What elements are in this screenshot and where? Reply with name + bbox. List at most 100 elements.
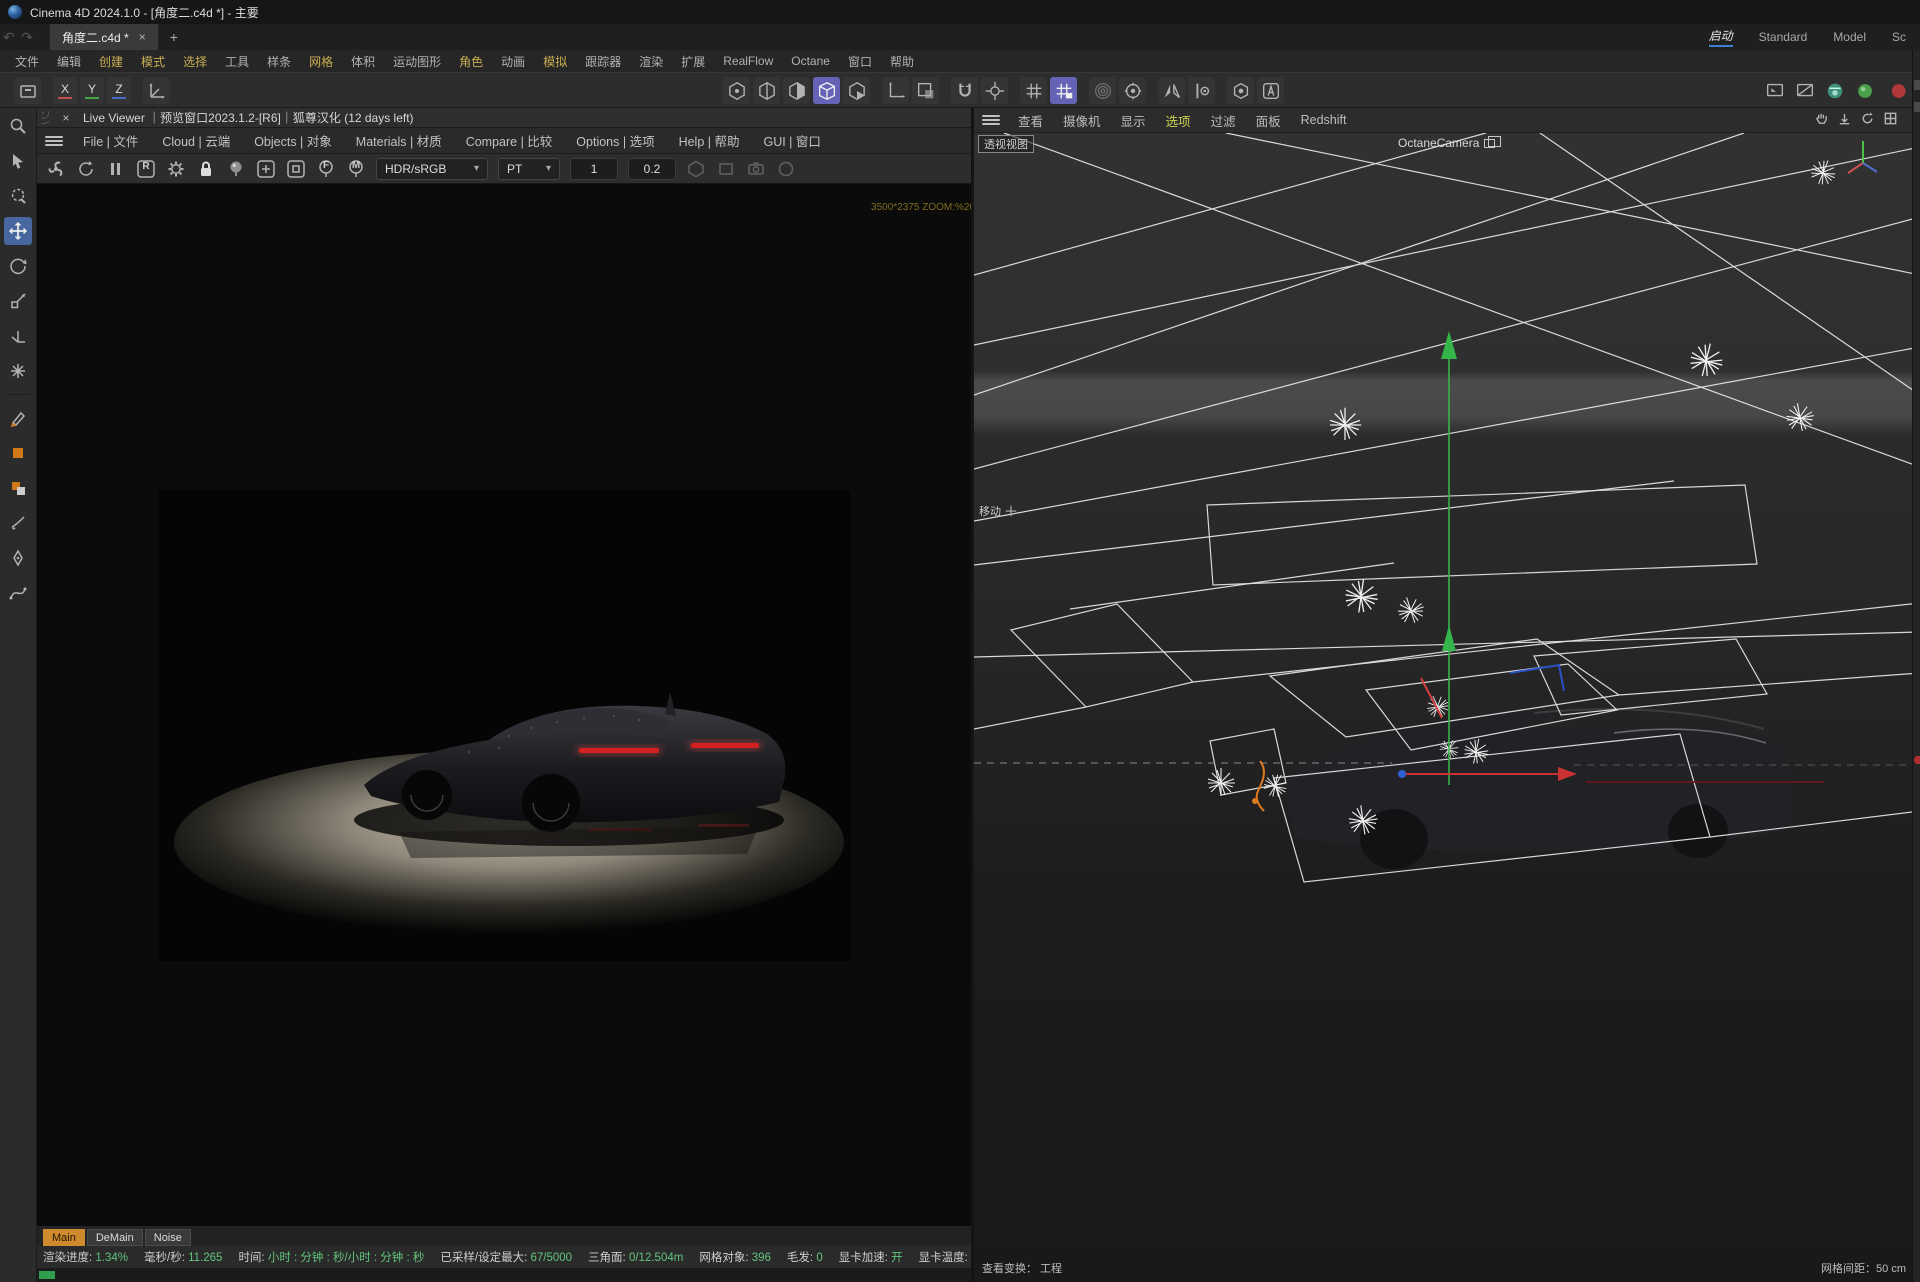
layout-item[interactable]: Model: [1833, 30, 1866, 44]
menu-item[interactable]: 编辑: [48, 53, 90, 70]
region-render-icon[interactable]: R: [133, 156, 159, 182]
menu-item[interactable]: Octane: [782, 54, 839, 68]
live-viewer-menu-item[interactable]: Objects | 对象: [242, 131, 344, 150]
menu-item[interactable]: 选择: [174, 53, 216, 70]
hamburger-icon[interactable]: [982, 115, 1000, 125]
tweak-settings-icon[interactable]: [1188, 77, 1215, 104]
close-panel-icon[interactable]: ×: [59, 111, 73, 125]
color-swatch-icon[interactable]: [4, 439, 32, 467]
menu-item[interactable]: 网格: [300, 53, 342, 70]
menu-item[interactable]: 窗口: [839, 53, 881, 70]
new-tab-button[interactable]: +: [170, 29, 178, 45]
menu-item[interactable]: 模式: [132, 53, 174, 70]
live-viewer-menu-item[interactable]: GUI | 窗口: [751, 131, 832, 150]
workplane-icon[interactable]: [882, 77, 909, 104]
menu-item[interactable]: 跟踪器: [576, 53, 630, 70]
minimize-view-icon[interactable]: [1837, 111, 1852, 129]
live-selection-icon[interactable]: [4, 182, 32, 210]
edge-mode-icon[interactable]: [753, 77, 780, 104]
refresh-render-icon[interactable]: [73, 156, 99, 182]
x-axis-lock-button[interactable]: X: [53, 77, 77, 104]
hamburger-icon[interactable]: [45, 136, 63, 146]
live-viewer-menu-item[interactable]: Help | 帮助: [667, 131, 752, 150]
live-viewer-menu-item[interactable]: Cloud | 云端: [150, 131, 242, 150]
alert-icon[interactable]: [1881, 77, 1908, 104]
viewport-menu-item[interactable]: 查看: [1008, 111, 1053, 130]
layout-item[interactable]: Sc: [1892, 30, 1906, 44]
plane-lock-icon[interactable]: [713, 156, 739, 182]
render-picture-viewer-icon[interactable]: [1791, 77, 1818, 104]
sphere-preview-icon[interactable]: [773, 156, 799, 182]
menu-item[interactable]: 扩展: [672, 53, 714, 70]
render-canvas[interactable]: 3500*2375 ZOOM:%20: [37, 184, 971, 1226]
model-mode-icon[interactable]: [813, 77, 840, 104]
camera-label[interactable]: OctaneCamera: [1398, 136, 1495, 150]
magnet-snap-icon[interactable]: [951, 77, 978, 104]
axis-center-icon[interactable]: [981, 77, 1008, 104]
live-viewer-menu-item[interactable]: Materials | 材质: [344, 131, 454, 150]
viewer-settings-gear-icon[interactable]: [163, 156, 189, 182]
rotate-tool-icon[interactable]: [4, 252, 32, 280]
menu-item[interactable]: 工具: [216, 53, 258, 70]
menu-item[interactable]: 角色: [450, 53, 492, 70]
polygon-mode-icon[interactable]: [783, 77, 810, 104]
menu-item[interactable]: 文件: [6, 53, 48, 70]
live-viewer-menu-item[interactable]: File | 文件: [71, 131, 150, 150]
colorspace-select[interactable]: HDR/sRGB ▾: [376, 158, 488, 180]
viewport-menu-item[interactable]: 选项: [1156, 111, 1201, 130]
menu-item[interactable]: RealFlow: [714, 54, 782, 68]
swatch-pair-icon[interactable]: [4, 474, 32, 502]
menu-item[interactable]: 帮助: [881, 53, 923, 70]
viewport-menu-item[interactable]: 过滤: [1201, 111, 1246, 130]
points-mode-icon[interactable]: [723, 77, 750, 104]
region-ratio-field[interactable]: 0.2: [628, 158, 676, 180]
snap-star-icon[interactable]: [4, 357, 32, 385]
scale-tool-icon[interactable]: [4, 287, 32, 315]
layout-item[interactable]: Standard: [1759, 30, 1808, 44]
render-settings-icon[interactable]: [1821, 77, 1848, 104]
pen-nib-icon[interactable]: [4, 544, 32, 572]
refresh-view-icon[interactable]: [1860, 111, 1875, 129]
panel-grip[interactable]: [41, 111, 49, 125]
texture-mode-icon[interactable]: [843, 77, 870, 104]
live-viewer-menu-item[interactable]: Options | 选项: [564, 131, 666, 150]
clay-mode-icon[interactable]: [283, 156, 309, 182]
octane-live-icon[interactable]: [1851, 77, 1878, 104]
material-pin-icon[interactable]: M: [343, 156, 369, 182]
viewport-canvas[interactable]: 透视视图 OctaneCamera 移动 查看变换： 工程 网格间距：50 cm: [974, 133, 1920, 1282]
isolate-object-icon[interactable]: [1227, 77, 1254, 104]
close-tab-icon[interactable]: ×: [139, 30, 146, 44]
objects-export-icon[interactable]: [683, 156, 709, 182]
zoom-tool-icon[interactable]: [4, 112, 32, 140]
render-view-icon[interactable]: [1761, 77, 1788, 104]
live-viewer-menu-item[interactable]: Compare | 比较: [454, 131, 565, 150]
focus-picker-icon[interactable]: [223, 156, 249, 182]
layout-item[interactable]: 启动: [1709, 27, 1733, 47]
menu-item[interactable]: 运动图形: [384, 53, 450, 70]
menu-item[interactable]: 样条: [258, 53, 300, 70]
knife-tool-icon[interactable]: [4, 509, 32, 537]
pan-hand-icon[interactable]: [1814, 111, 1829, 129]
render-pass-tab[interactable]: DeMain: [87, 1229, 143, 1246]
falloff-icon[interactable]: [1089, 77, 1116, 104]
restart-render-icon[interactable]: [43, 156, 69, 182]
move-tool-icon[interactable]: [4, 217, 32, 245]
y-axis-lock-button[interactable]: Y: [80, 77, 104, 104]
subsample-field[interactable]: 1: [570, 158, 618, 180]
viewport-menu-item[interactable]: 面板: [1246, 111, 1291, 130]
menu-item[interactable]: 渲染: [630, 53, 672, 70]
axis-handle-icon[interactable]: [4, 322, 32, 350]
lock-resolution-icon[interactable]: [193, 156, 219, 182]
viewport-menu-item[interactable]: 显示: [1111, 111, 1156, 130]
add-region-icon[interactable]: [253, 156, 279, 182]
mirror-tool-icon[interactable]: [1158, 77, 1185, 104]
quantize-grid-icon[interactable]: [1050, 77, 1077, 104]
modeling-settings-icon[interactable]: [1119, 77, 1146, 104]
document-tab[interactable]: 角度二.c4d * ×: [50, 24, 158, 50]
pen-tool-icon[interactable]: [4, 404, 32, 432]
spline-tool-icon[interactable]: [4, 579, 32, 607]
snap-grid-icon[interactable]: [1020, 77, 1047, 104]
focus-pin-icon[interactable]: F: [313, 156, 339, 182]
camera-snapshot-icon[interactable]: [743, 156, 769, 182]
render-pass-tab[interactable]: Noise: [145, 1229, 191, 1246]
